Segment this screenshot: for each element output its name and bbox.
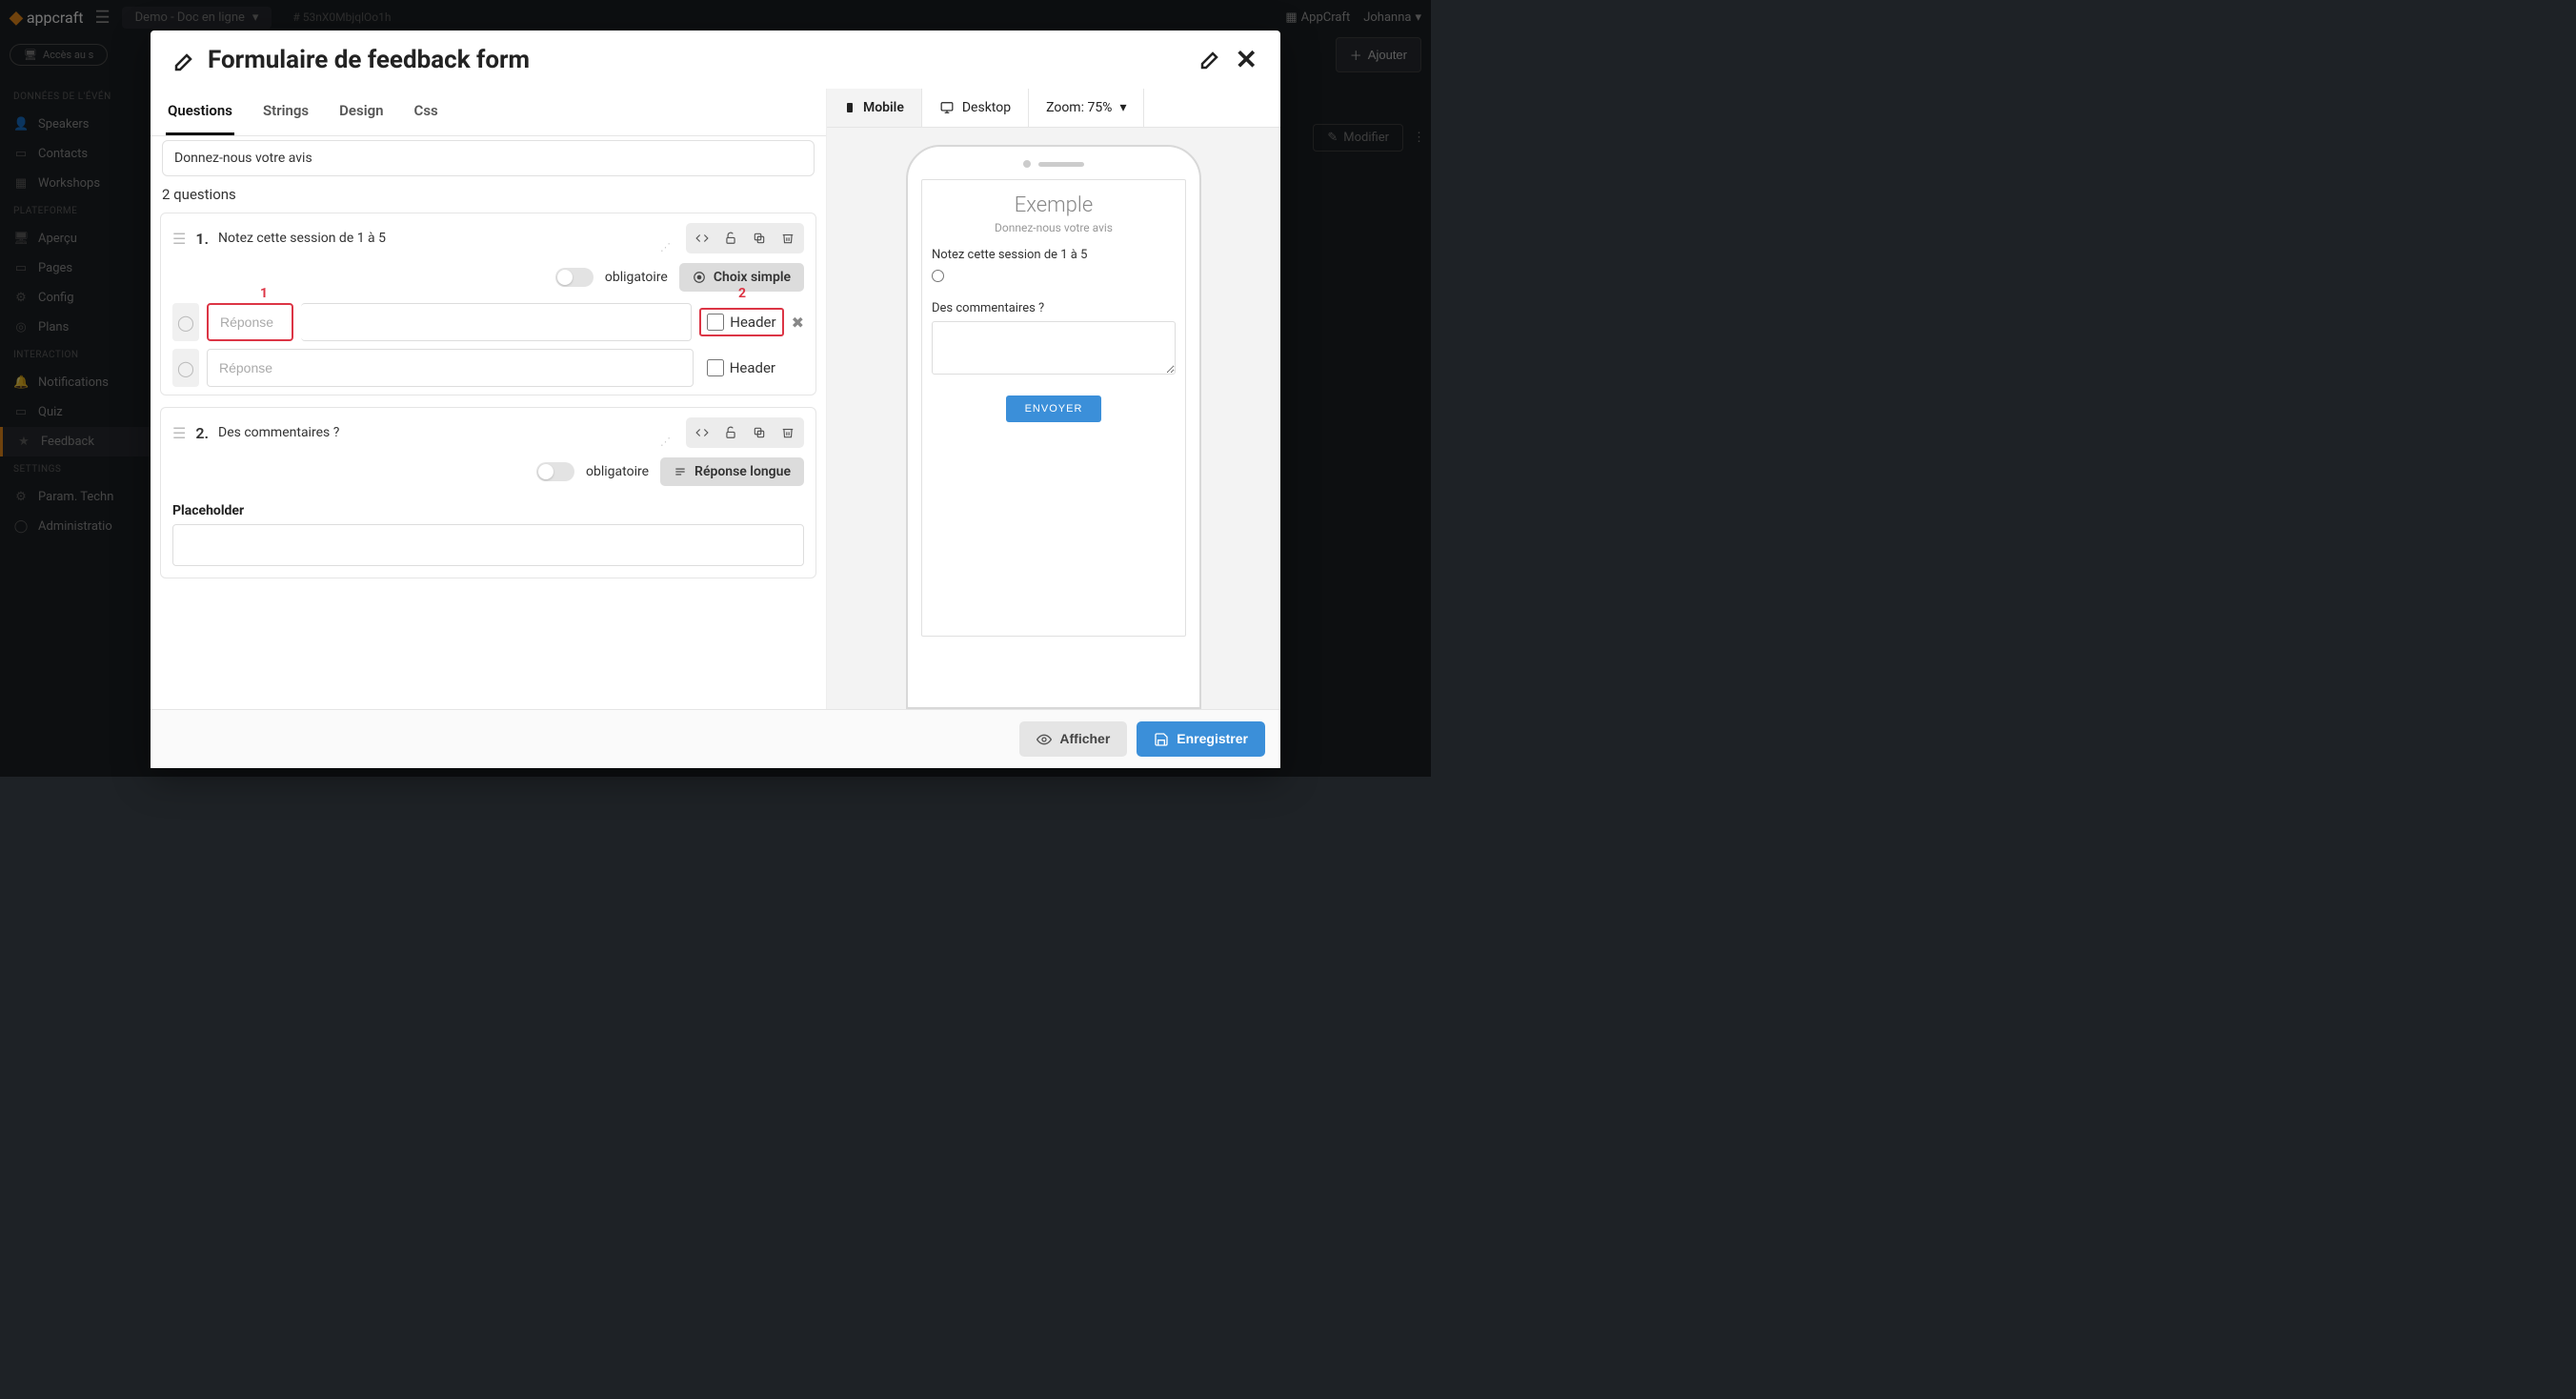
tab-design[interactable]: Design	[337, 89, 385, 135]
question-card-1: ☰ 1. Notez cette session de 1 à 5 ⋰	[160, 213, 816, 395]
preview-zoom-dropdown[interactable]: Zoom: 75% ▾	[1029, 89, 1144, 127]
copy-button[interactable]	[746, 420, 773, 445]
header-checkbox[interactable]	[707, 359, 724, 376]
answer-radio-preview[interactable]: ◯	[172, 349, 199, 387]
phone-speaker-icon	[1038, 162, 1084, 167]
remove-answer-button[interactable]: ✖	[792, 314, 804, 332]
delete-button[interactable]	[775, 226, 801, 251]
preview-tab-mobile[interactable]: Mobile	[827, 89, 922, 127]
question-title[interactable]: Notez cette session de 1 à 5	[218, 231, 386, 246]
header-label: Header	[730, 314, 775, 331]
question-number: 1.	[195, 230, 209, 248]
required-label: obligatoire	[586, 464, 649, 479]
save-label: Enregistrer	[1177, 731, 1248, 746]
code-button[interactable]	[689, 226, 715, 251]
question-title[interactable]: Des commentaires ?	[218, 425, 339, 440]
questions-count: 2 questions	[162, 186, 815, 203]
required-toggle[interactable]	[555, 268, 594, 287]
answer-input[interactable]	[207, 303, 293, 341]
edit-icon	[173, 46, 196, 74]
mobile-icon	[844, 100, 855, 115]
question-type-selector[interactable]: Réponse longue	[660, 457, 804, 486]
required-toggle[interactable]	[536, 462, 574, 481]
drag-handle-icon[interactable]: ☰	[172, 424, 186, 442]
placeholder-input[interactable]	[172, 524, 804, 566]
phone-preview: Exemple Donnez-nous votre avis Notez cet…	[906, 145, 1201, 708]
answer-input-extended[interactable]	[301, 303, 692, 341]
tab-questions[interactable]: Questions	[166, 89, 234, 135]
delete-button[interactable]	[775, 420, 801, 445]
preview-submit-button[interactable]: ENVOYER	[1006, 395, 1102, 422]
show-button[interactable]: Afficher	[1019, 721, 1127, 757]
placeholder-label: Placeholder	[172, 503, 804, 518]
preview-q2: Des commentaires ?	[932, 301, 1176, 315]
question-number: 2.	[195, 424, 209, 442]
save-button[interactable]: Enregistrer	[1137, 721, 1265, 757]
chevron-down-icon: ▾	[1119, 100, 1126, 115]
annotation-2: 2	[738, 286, 746, 301]
eye-icon	[1036, 731, 1052, 747]
answer-input[interactable]	[207, 349, 694, 387]
answer-row: ◯ Header	[161, 349, 815, 395]
resize-handle-icon[interactable]: ⋰	[660, 241, 671, 253]
desktop-icon	[939, 100, 955, 115]
answer-radio-preview[interactable]: ◯	[172, 303, 199, 341]
save-icon	[1154, 731, 1169, 747]
preview-subtitle: Donnez-nous votre avis	[932, 221, 1176, 234]
preview-q1: Notez cette session de 1 à 5	[932, 248, 1176, 262]
radio-icon	[693, 270, 706, 285]
unlock-button[interactable]	[717, 420, 744, 445]
unlock-button[interactable]	[717, 226, 744, 251]
show-label: Afficher	[1059, 731, 1110, 746]
tab-css[interactable]: Css	[413, 89, 440, 135]
question-card-2: ☰ 2. Des commentaires ? ⋰	[160, 407, 816, 578]
required-label: obligatoire	[605, 270, 668, 285]
resize-handle-icon[interactable]: ⋰	[660, 436, 671, 448]
annotation-1: 1	[260, 286, 268, 301]
preview-radio[interactable]	[932, 270, 944, 282]
header-checkbox[interactable]	[707, 314, 724, 331]
form-description[interactable]: Donnez-nous votre avis	[162, 140, 815, 176]
copy-button[interactable]	[746, 226, 773, 251]
header-checkbox-wrap: Header	[699, 308, 783, 336]
close-button[interactable]: ✕	[1236, 44, 1258, 75]
modal-title: Formulaire de feedback form	[208, 46, 530, 74]
phone-camera-icon	[1023, 160, 1031, 168]
answer-row: ◯ Header ✖	[161, 303, 815, 349]
form-editor-modal: Formulaire de feedback form ✕ Questions …	[151, 30, 1280, 768]
preview-tab-desktop[interactable]: Desktop	[922, 89, 1029, 127]
tab-strings[interactable]: Strings	[261, 89, 311, 135]
drag-handle-icon[interactable]: ☰	[172, 230, 186, 248]
header-checkbox-wrap: Header	[701, 355, 781, 380]
code-button[interactable]	[689, 420, 715, 445]
header-label: Header	[730, 359, 775, 376]
edit-mode-button[interactable]	[1199, 44, 1222, 75]
preview-title: Exemple	[932, 193, 1176, 217]
paragraph-icon	[674, 464, 687, 479]
preview-textarea[interactable]	[932, 321, 1176, 375]
